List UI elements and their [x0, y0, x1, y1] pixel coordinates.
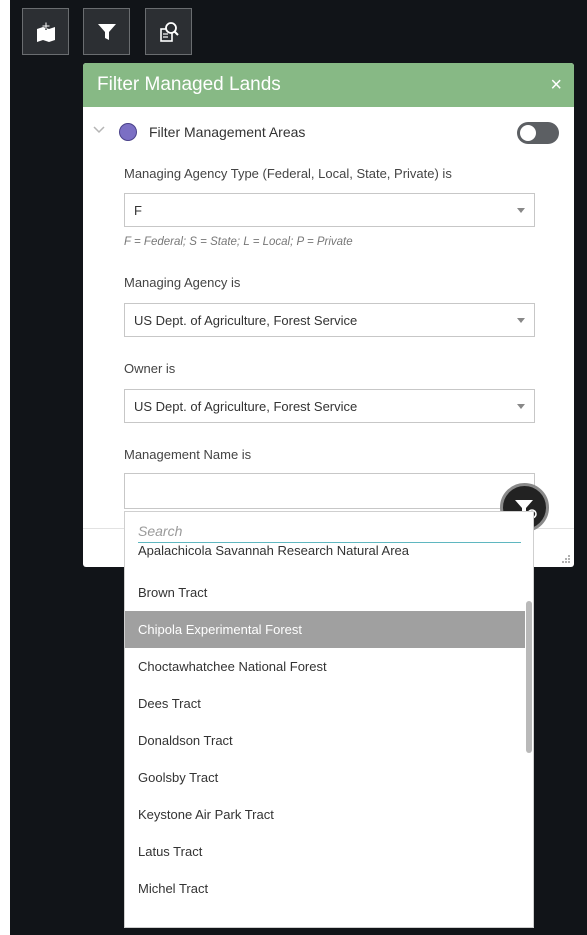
- list-item[interactable]: Choctawhatchee National Forest: [125, 648, 525, 685]
- management-name-label: Management Name is: [124, 447, 252, 462]
- agency-select[interactable]: US Dept. of Agriculture, Forest Service: [124, 303, 535, 337]
- agency-type-hint: F = Federal; S = State; L = Local; P = P…: [124, 236, 353, 248]
- list-item[interactable]: Keystone Air Park Tract: [125, 796, 525, 833]
- section-label: Filter Management Areas: [149, 124, 306, 140]
- agency-value: US Dept. of Agriculture, Forest Service: [134, 313, 358, 328]
- layer-color-icon: [119, 123, 137, 141]
- filter-toggle[interactable]: [517, 122, 559, 144]
- owner-select[interactable]: US Dept. of Agriculture, Forest Service: [124, 389, 535, 423]
- agency-type-value: F: [134, 203, 142, 218]
- add-data-button[interactable]: [22, 8, 69, 55]
- resize-handle-icon[interactable]: [561, 554, 571, 564]
- owner-value: US Dept. of Agriculture, Forest Service: [134, 399, 358, 414]
- chevron-down-icon[interactable]: [93, 125, 105, 135]
- filter-panel: Filter Managed Lands × Filter Management…: [83, 63, 574, 567]
- list-item[interactable]: Dees Tract: [125, 685, 525, 722]
- filter-icon: [97, 23, 116, 40]
- dropdown-list: Apalachicola Savannah Research Natural A…: [125, 542, 525, 927]
- management-name-select[interactable]: [124, 473, 535, 509]
- list-item[interactable]: Apalachicola Savannah Research Natural A…: [125, 542, 525, 564]
- filter-section-row[interactable]: Filter Management Areas: [83, 121, 574, 145]
- close-icon[interactable]: ×: [550, 75, 562, 95]
- query-icon: [159, 21, 179, 42]
- caret-down-icon: [517, 404, 525, 409]
- dropdown-scrollbar[interactable]: [526, 601, 532, 753]
- list-item[interactable]: Michel Tract: [125, 870, 525, 907]
- panel-title: Filter Managed Lands: [97, 74, 281, 95]
- agency-type-select[interactable]: F: [124, 193, 535, 227]
- panel-header: Filter Managed Lands ×: [83, 63, 574, 107]
- caret-down-icon: [517, 318, 525, 323]
- list-item[interactable]: Goolsby Tract: [125, 759, 525, 796]
- list-item-selected[interactable]: Chipola Experimental Forest: [125, 611, 525, 648]
- dropdown-search-input[interactable]: [138, 520, 521, 543]
- filter-button[interactable]: [83, 8, 130, 55]
- toggle-knob: [520, 125, 536, 141]
- caret-down-icon: [517, 208, 525, 213]
- agency-type-label: Managing Agency Type (Federal, Local, St…: [124, 166, 452, 181]
- query-button[interactable]: [145, 8, 192, 55]
- list-item[interactable]: Latus Tract: [125, 833, 525, 870]
- owner-label: Owner is: [124, 361, 176, 376]
- agency-label: Managing Agency is: [124, 275, 241, 290]
- list-item[interactable]: Brown Tract: [125, 574, 525, 611]
- add-data-icon: [36, 21, 55, 42]
- list-item[interactable]: Donaldson Tract: [125, 722, 525, 759]
- management-name-dropdown: Apalachicola Savannah Research Natural A…: [124, 511, 534, 928]
